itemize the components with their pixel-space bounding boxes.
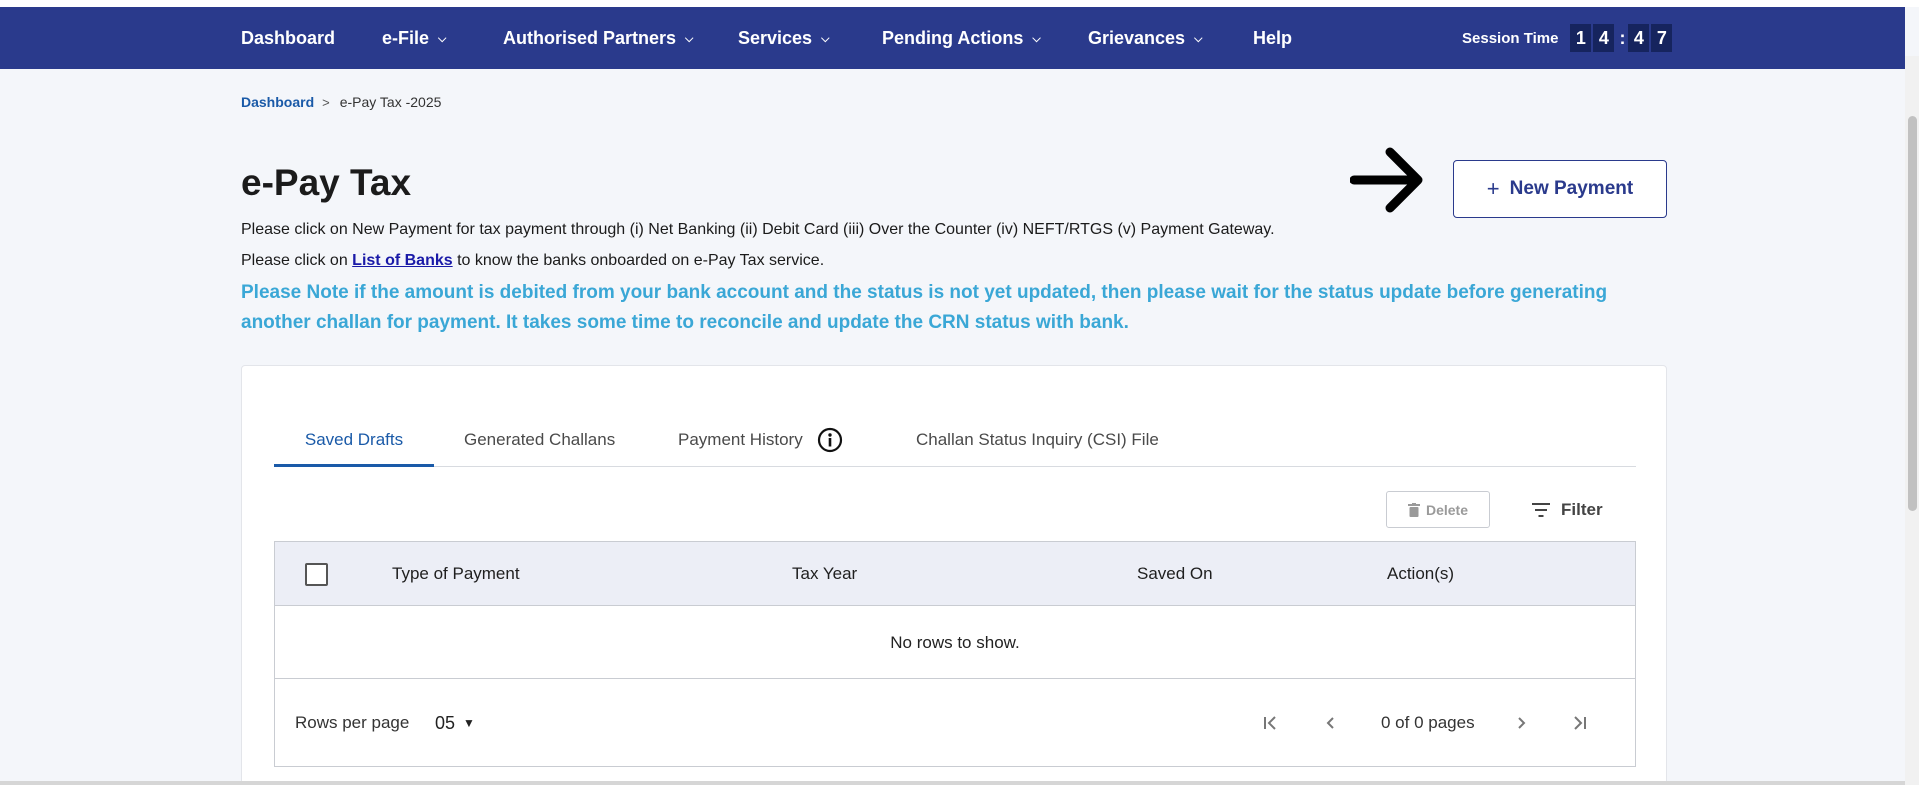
tab-csi-file[interactable]: Challan Status Inquiry (CSI) File (916, 414, 1159, 466)
tab-saved-drafts[interactable]: Saved Drafts (274, 414, 434, 466)
status-update-note: Please Note if the amount is debited fro… (241, 282, 1608, 333)
rows-per-page-label: Rows per page (295, 713, 410, 732)
bottom-divider (0, 781, 1905, 785)
nav-grievances[interactable]: Grievances ⌵ (1088, 7, 1202, 69)
tab-saved-drafts-label: Saved Drafts (304, 430, 404, 449)
filter-label: Filter (1561, 499, 1603, 519)
chevron-left-icon (1326, 717, 1334, 729)
column-actions: Action(s) (1387, 564, 1455, 583)
nav-authorised-partners[interactable]: Authorised Partners ⌵ (503, 7, 693, 69)
trash-icon (1407, 502, 1420, 517)
delete-button[interactable]: Delete (1386, 491, 1490, 528)
list-of-banks-link[interactable]: List of Banks (352, 252, 452, 269)
column-tax-year[interactable]: Tax Year (792, 542, 857, 606)
nav-efile-label: e-File (382, 27, 430, 48)
session-digit: 4 (1593, 24, 1615, 52)
chevron-down-icon: ⌵ (438, 32, 447, 45)
delete-label: Delete (1425, 501, 1469, 518)
chevron-right-icon (1518, 717, 1526, 729)
page-scrollbar[interactable] (1905, 56, 1919, 785)
first-page-icon (1264, 716, 1276, 730)
rows-per-page-value: 05 (435, 712, 456, 733)
chevron-down-icon: ⌵ (821, 32, 830, 45)
page-count-text: 0 of 0 pages (1381, 713, 1475, 732)
caret-down-icon: ▼ (463, 716, 475, 730)
next-page-button[interactable] (1507, 680, 1537, 766)
payment-methods-info: Please click on New Payment for tax paym… (241, 221, 1275, 238)
nav-help-label: Help (1253, 27, 1293, 48)
tab-csi-file-label: Challan Status Inquiry (CSI) File (916, 430, 1159, 449)
nav-dashboard-label: Dashboard (241, 27, 336, 48)
session-colon: : (1619, 27, 1626, 48)
session-digit: 1 (1570, 24, 1592, 52)
tab-payment-history[interactable]: Payment History (678, 414, 843, 466)
payments-card: Saved Drafts Generated Challans Payment … (241, 365, 1667, 785)
first-page-button[interactable] (1255, 680, 1285, 766)
column-type-of-payment[interactable]: Type of Payment (392, 542, 520, 606)
last-page-icon (1574, 716, 1586, 730)
filter-icon (1532, 502, 1550, 517)
saved-drafts-table: Type of Payment Tax Year Saved On Action… (274, 541, 1636, 767)
table-header: Type of Payment Tax Year Saved On Action… (275, 542, 1635, 606)
previous-page-button[interactable] (1315, 680, 1345, 766)
tab-generated-challans-label: Generated Challans (464, 430, 616, 449)
tab-generated-challans[interactable]: Generated Challans (464, 414, 615, 466)
session-digit: 4 (1628, 24, 1650, 52)
nav-grievances-label: Grievances (1088, 27, 1186, 48)
scrollbar-thumb[interactable] (1908, 116, 1917, 511)
nav-pending-actions-label: Pending Actions (882, 27, 1024, 48)
breadcrumb: Dashboard > e-Pay Tax -2025 (241, 94, 441, 110)
filter-button[interactable]: Filter (1532, 491, 1603, 528)
page-title: e-Pay Tax (241, 162, 412, 203)
session-digit: 7 (1651, 24, 1673, 52)
active-tab-indicator (274, 464, 434, 467)
arrow-right-icon (1350, 147, 1423, 213)
breadcrumb-dashboard-link[interactable]: Dashboard (241, 94, 314, 110)
last-page-button[interactable] (1565, 680, 1595, 766)
nav-services[interactable]: Services ⌵ (738, 7, 829, 69)
top-strip (0, 0, 1919, 7)
breadcrumb-separator-icon: > (322, 94, 330, 110)
nav-authorised-partners-label: Authorised Partners (503, 27, 677, 48)
new-payment-label: New Payment (1509, 178, 1634, 199)
session-timer: Session Time 1 4 : 4 7 (1462, 7, 1674, 69)
column-saved-on[interactable]: Saved On (1137, 542, 1213, 606)
chevron-down-icon: ⌵ (685, 32, 694, 45)
nav-services-label: Services (738, 27, 813, 48)
nav-help[interactable]: Help (1253, 7, 1292, 69)
new-payment-button[interactable]: + New Payment (1453, 160, 1667, 218)
chevron-down-icon: ⌵ (1032, 32, 1041, 45)
chevron-down-icon: ⌵ (1194, 32, 1203, 45)
tab-bar: Saved Drafts Generated Challans Payment … (274, 414, 1636, 467)
empty-table-message: No rows to show. (275, 607, 1635, 679)
breadcrumb-current: e-Pay Tax -2025 (339, 94, 442, 110)
table-pagination: Rows per page 05 ▼ 0 of 0 pages (275, 680, 1635, 766)
list-of-banks-info: Please click on List of Banks to know th… (241, 252, 824, 270)
top-navbar: Dashboard e-File ⌵ Authorised Partners ⌵ S… (0, 7, 1905, 69)
select-all-checkbox[interactable] (305, 563, 328, 586)
info-icon[interactable] (817, 427, 843, 453)
nav-pending-actions[interactable]: Pending Actions ⌵ (882, 7, 1041, 69)
info-text-prefix: Please click on (241, 252, 348, 269)
nav-dashboard[interactable]: Dashboard (241, 7, 335, 69)
session-time-label: Session Time (1462, 29, 1559, 47)
rows-per-page-select[interactable]: 05 ▼ (435, 680, 475, 766)
info-text-suffix: to know the banks onboarded on e-Pay Tax… (457, 252, 825, 269)
tab-payment-history-label: Payment History (678, 430, 803, 449)
nav-efile[interactable]: e-File ⌵ (382, 7, 446, 69)
plus-icon: + (1486, 176, 1500, 201)
